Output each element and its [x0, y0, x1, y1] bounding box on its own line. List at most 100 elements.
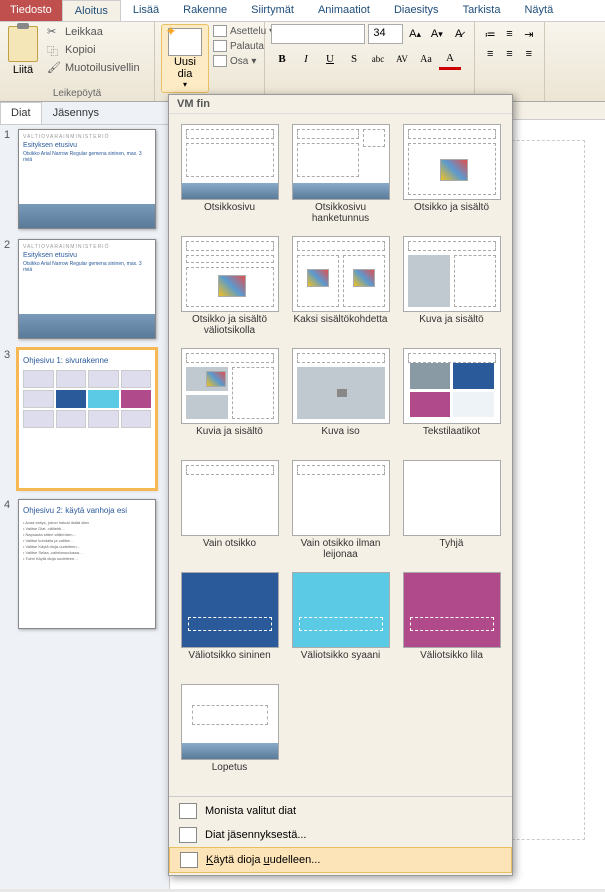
layout-label: Asettelu	[230, 26, 266, 37]
clipboard-group-label: Leikepöytä	[0, 88, 154, 99]
font-color-button[interactable]: A	[439, 48, 461, 70]
thumb-subtitle: Otsikko Arial Narrow Regular gemena sini…	[23, 261, 151, 273]
tab-slides[interactable]: Diat	[0, 102, 42, 124]
clear-format-button[interactable]: A̷	[449, 24, 468, 44]
slide-thumbnail[interactable]: Ohjesivu 1: sivurakenne	[18, 349, 156, 489]
gallery-footer: Monista valitut diat Diat jäsennyksestä.…	[169, 796, 512, 875]
copy-button[interactable]: ⿻ Kopioi	[44, 42, 143, 58]
brush-icon: 🖌	[47, 61, 61, 75]
thumb-logo: VALTIOVARAINMINISTERIÖ	[23, 134, 151, 140]
layout-option-pic-content[interactable]: Kuva ja sisältö	[399, 234, 504, 340]
layout-option-title-only[interactable]: Vain otsikko	[177, 458, 282, 564]
layout-label: Otsikko ja sisältö	[414, 202, 489, 226]
copy-icon: ⿻	[47, 43, 61, 57]
grow-font-button[interactable]: A▴	[406, 24, 425, 44]
thumb-title: Ohjesivu 1: sivurakenne	[23, 356, 151, 366]
align-center-button[interactable]: ≡	[500, 44, 518, 64]
underline-button[interactable]: U	[319, 48, 341, 70]
bullets-button[interactable]: ≔	[481, 24, 499, 44]
font-size-selector[interactable]: 34	[368, 24, 402, 44]
indent-button[interactable]: ⇥	[520, 24, 538, 44]
layout-option-title-project[interactable]: Otsikkosivu hanketunnus	[288, 122, 393, 228]
format-painter-label: Muotoilusivellin	[65, 62, 140, 74]
thumb-subtitle: Otsikko Arial Narrow Regular gemena sini…	[23, 151, 151, 163]
font-name-selector[interactable]	[271, 24, 365, 44]
tab-insert[interactable]: Lisää	[121, 0, 171, 21]
format-painter-button[interactable]: 🖌 Muotoilusivellin	[44, 60, 143, 76]
new-slide-button[interactable]: Uusi dia ▾	[161, 24, 209, 93]
section-icon	[213, 55, 227, 67]
duplicate-label: Monista valitut diat	[205, 805, 296, 817]
layout-option-section-blue[interactable]: Väliotsikko sininen	[177, 570, 282, 676]
reset-label: Palauta	[230, 41, 264, 52]
strike-button[interactable]: S	[343, 48, 365, 70]
shadow-button[interactable]: abc	[367, 48, 389, 70]
tab-file[interactable]: Tiedosto	[0, 0, 62, 21]
slide-thumbnail[interactable]: Ohjesivu 2: käytä vanhoja esi • Avaa esi…	[18, 499, 156, 629]
city-graphic	[19, 204, 155, 228]
tab-design[interactable]: Rakenne	[171, 0, 239, 21]
copy-label: Kopioi	[65, 44, 96, 56]
numbering-button[interactable]: ≡	[500, 24, 518, 44]
tab-transitions[interactable]: Siirtymät	[239, 0, 306, 21]
scissors-icon: ✂	[47, 25, 61, 39]
layout-label: Kaksi sisältökohdetta	[294, 314, 388, 338]
tab-view[interactable]: Näytä	[512, 0, 565, 21]
paste-button[interactable]: Liitä	[6, 24, 40, 78]
reuse-slides-button[interactable]: Käytä dioja uudelleen...	[169, 847, 512, 873]
tab-slideshow[interactable]: Diaesitys	[382, 0, 451, 21]
paste-label: Liitä	[13, 64, 33, 76]
layout-option-pic-large[interactable]: Kuva iso	[288, 346, 393, 452]
cut-button[interactable]: ✂ Leikkaa	[44, 24, 143, 40]
layout-option-two-content[interactable]: Kaksi sisältökohdetta	[288, 234, 393, 340]
shrink-font-button[interactable]: A▾	[428, 24, 447, 44]
thumb-title: Ohjesivu 2: käytä vanhoja esi	[23, 506, 151, 516]
tab-review[interactable]: Tarkista	[451, 0, 513, 21]
layout-option-textboxes[interactable]: Tekstilaatikot	[399, 346, 504, 452]
section-label: Osa	[230, 56, 248, 67]
slide-number: 2	[4, 239, 14, 339]
layout-option-section-cyan[interactable]: Väliotsikko syaani	[288, 570, 393, 676]
tab-outline[interactable]: Jäsennys	[42, 102, 110, 124]
layout-gallery: VM fin Otsikkosivu Otsikkosivu hanketunn…	[168, 94, 513, 876]
layout-option-title-nolion[interactable]: Vain otsikko ilman leijonaa	[288, 458, 393, 564]
slides-from-outline-button[interactable]: Diat jäsennyksestä...	[169, 823, 512, 847]
layout-option-blank[interactable]: Tyhjä	[399, 458, 504, 564]
thumb-title: Esityksen etusivu	[23, 252, 151, 260]
outline-label: Diat jäsennyksestä...	[205, 829, 307, 841]
italic-button[interactable]: I	[295, 48, 317, 70]
layout-option-section-lila[interactable]: Väliotsikko lila	[399, 570, 504, 676]
slide-number: 3	[4, 349, 14, 489]
thumb-title: Esityksen etusivu	[23, 142, 151, 150]
spacing-button[interactable]: AV	[391, 48, 413, 70]
layout-option-title-content[interactable]: Otsikko ja sisältö	[399, 122, 504, 228]
ribbon-tabs: Tiedosto Aloitus Lisää Rakenne Siirtymät…	[0, 0, 605, 22]
reuse-label: Käytä dioja uudelleen...	[206, 854, 320, 866]
slide-thumbnail[interactable]: VALTIOVARAINMINISTERIÖ Esityksen etusivu…	[18, 129, 156, 229]
layout-label: Vain otsikko	[203, 538, 256, 562]
layout-label: Väliotsikko syaani	[301, 650, 380, 674]
duplicate-slides-button[interactable]: Monista valitut diat	[169, 799, 512, 823]
gallery-grid: Otsikkosivu Otsikkosivu hanketunnus Otsi…	[169, 114, 512, 796]
chevron-down-icon: ▾	[183, 80, 187, 89]
bold-button[interactable]: B	[271, 48, 293, 70]
tab-home[interactable]: Aloitus	[62, 0, 121, 21]
paragraph-group: ≔ ≡ ⇥ ≡ ≡ ≡	[475, 22, 545, 101]
layout-option-pics-content[interactable]: Kuvia ja sisältö	[177, 346, 282, 452]
align-left-button[interactable]: ≡	[481, 44, 499, 64]
layout-option-title[interactable]: Otsikkosivu	[177, 122, 282, 228]
tab-animations[interactable]: Animaatiot	[306, 0, 382, 21]
slide-thumbnail[interactable]: VALTIOVARAINMINISTERIÖ Esityksen etusivu…	[18, 239, 156, 339]
reset-icon	[213, 40, 227, 52]
layout-option-end[interactable]: Lopetus	[177, 682, 282, 788]
reuse-icon	[180, 852, 198, 868]
case-button[interactable]: Aa	[415, 48, 437, 70]
layout-label: Vain otsikko ilman leijonaa	[290, 538, 391, 562]
layout-option-title-content-sub[interactable]: Otsikko ja sisältö väliotsikolla	[177, 234, 282, 340]
layout-label: Otsikko ja sisältö väliotsikolla	[179, 314, 280, 338]
align-right-button[interactable]: ≡	[520, 44, 538, 64]
ribbon-content: Liitä ✂ Leikkaa ⿻ Kopioi 🖌 Muotoilusivel…	[0, 22, 605, 102]
outline-icon	[179, 827, 197, 843]
slides-group: Uusi dia ▾ Asettelu ▾ Palauta Osa ▾	[155, 22, 265, 101]
cut-label: Leikkaa	[65, 26, 103, 38]
